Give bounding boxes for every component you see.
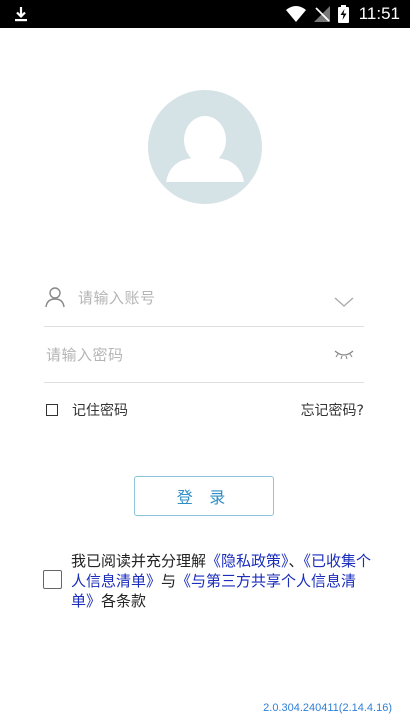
download-icon xyxy=(15,7,27,22)
status-icons: 11:51 xyxy=(285,0,400,28)
login-button[interactable]: 登 录 xyxy=(134,476,274,516)
account-input[interactable]: 请输入账号 xyxy=(78,287,156,308)
chevron-down-icon[interactable] xyxy=(334,296,354,308)
forgot-password-link[interactable]: 忘记密码? xyxy=(301,400,364,420)
wifi-icon xyxy=(285,6,306,22)
agreement-suffix: 各条款 xyxy=(101,592,147,610)
signal-off-icon xyxy=(313,6,330,22)
user-silhouette-icon xyxy=(166,116,244,182)
agreement-prefix: 我已阅读并充分理解 xyxy=(71,552,207,570)
battery-charging-icon xyxy=(337,5,349,23)
password-field[interactable]: 请输入密码 xyxy=(44,326,364,383)
agreement-separator: 、 xyxy=(288,552,304,570)
status-bar: 11:51 xyxy=(0,0,410,28)
user-icon xyxy=(45,287,65,308)
remember-password-label: 记住密码 xyxy=(72,403,128,419)
clock: 11:51 xyxy=(358,4,400,23)
agreement-checkbox[interactable] xyxy=(43,570,62,589)
eye-closed-icon[interactable] xyxy=(334,348,354,360)
password-input[interactable]: 请输入密码 xyxy=(46,344,124,365)
avatar xyxy=(148,90,262,204)
remember-password-checkbox[interactable] xyxy=(46,404,58,416)
agreement-text: 我已阅读并充分理解《隐私政策》、《已收集个人信息清单》与《与第三方共享个人信息清… xyxy=(71,551,376,611)
privacy-policy-link[interactable]: 《隐私政策》 xyxy=(206,552,289,570)
account-field[interactable]: 请输入账号 xyxy=(44,270,364,327)
version-label: 2.0.304.240411(2.14.4.16) xyxy=(263,702,392,714)
agreement-with: 与 xyxy=(161,572,177,590)
